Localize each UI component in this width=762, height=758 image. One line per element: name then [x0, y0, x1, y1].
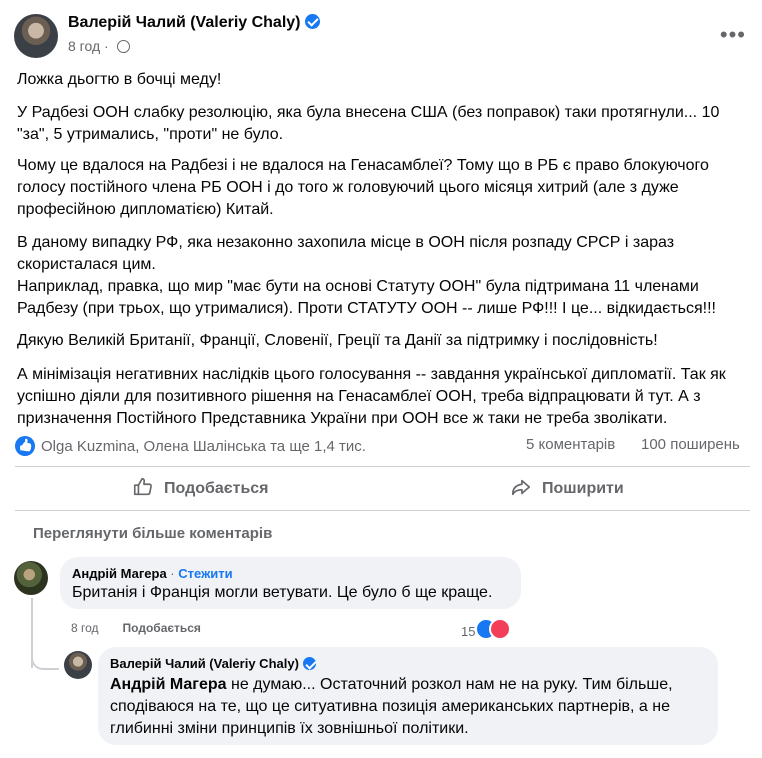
comment-author-line: Андрій Магера · Стежити	[72, 566, 233, 581]
reactors-list[interactable]: Olga Kuzmina, Олена Шалінська та ще 1,4 …	[41, 438, 366, 455]
comment-time[interactable]: 8 год	[71, 621, 99, 635]
reply-author-line: Валерій Чалий (Valeriy Chaly)	[110, 656, 316, 671]
reply-author-avatar[interactable]	[64, 651, 92, 679]
reply-text-block: Андрій Магера не думаю... Остаточний роз…	[110, 674, 710, 740]
like-reaction-icon	[15, 436, 35, 456]
post-author[interactable]: Валерій Чалий (Valeriy Chaly)	[68, 14, 320, 32]
post-author-avatar[interactable]	[14, 14, 58, 58]
post-paragraph: Чому це вдалося на Радбезі і не вдалося …	[17, 157, 709, 218]
post-paragraph: А мінімізація негативних наслідків цього…	[17, 366, 726, 427]
comments-count[interactable]: 5 коментарів	[526, 436, 615, 453]
share-arrow-icon	[511, 479, 531, 496]
mention-link[interactable]: Андрій Магера	[110, 676, 227, 693]
comment-author[interactable]: Андрій Магера	[72, 566, 167, 581]
share-button[interactable]: Поширити	[510, 476, 624, 500]
view-more-comments-link[interactable]: Переглянути більше коментарів	[33, 525, 272, 542]
post-paragraph: Дякую Великій Британії, Франції, Словені…	[17, 332, 658, 349]
shares-count[interactable]: 100 поширень	[641, 436, 740, 453]
post-author-name[interactable]: Валерій Чалий (Valeriy Chaly)	[68, 14, 301, 31]
like-button[interactable]: Подобається	[132, 476, 269, 500]
more-options-icon[interactable]: •••	[720, 22, 746, 48]
follow-button[interactable]: Стежити	[178, 566, 232, 581]
globe-icon	[116, 40, 130, 53]
divider	[15, 510, 750, 511]
commenter-avatar[interactable]	[14, 561, 48, 595]
comment-reactions[interactable]: 15	[461, 618, 512, 640]
post-paragraph: Наприклад, правка, що мир "має бути на о…	[17, 278, 716, 317]
verified-badge-icon	[302, 657, 316, 670]
verified-badge-icon	[304, 14, 320, 29]
post-time[interactable]: 8 год	[68, 38, 100, 54]
comment-bubble: Андрій Магера · Стежити Британія і Франц…	[60, 557, 521, 609]
post-paragraph: Ложка дьогтю в бочці меду!	[17, 71, 222, 88]
post-meta: 8 год ·	[68, 38, 130, 54]
like-label: Подобається	[164, 480, 269, 497]
share-label: Поширити	[542, 480, 624, 497]
reply-bubble: Валерій Чалий (Valeriy Chaly) Андрій Маг…	[98, 647, 718, 745]
thread-connector	[31, 640, 59, 670]
comment-reaction-count: 15	[461, 624, 476, 639]
comment-like-button[interactable]: Подобається	[123, 621, 201, 635]
comment-meta: 8 год Подобається	[71, 621, 201, 635]
post-paragraph: У Радбезі ООН слабку резолюцію, яка була…	[17, 104, 720, 143]
thumbs-up-icon	[133, 477, 152, 496]
reactions-summary[interactable]: Olga Kuzmina, Олена Шалінська та ще 1,4 …	[15, 436, 366, 456]
divider	[15, 466, 750, 467]
love-reaction-icon	[489, 618, 512, 640]
separator: ·	[166, 566, 179, 581]
post-paragraph: В даному випадку РФ, яка незаконно захоп…	[17, 234, 675, 273]
comment-text: Британія і Франція могли ветувати. Це бу…	[72, 584, 493, 601]
reply-author[interactable]: Валерій Чалий (Valeriy Chaly)	[110, 656, 299, 671]
